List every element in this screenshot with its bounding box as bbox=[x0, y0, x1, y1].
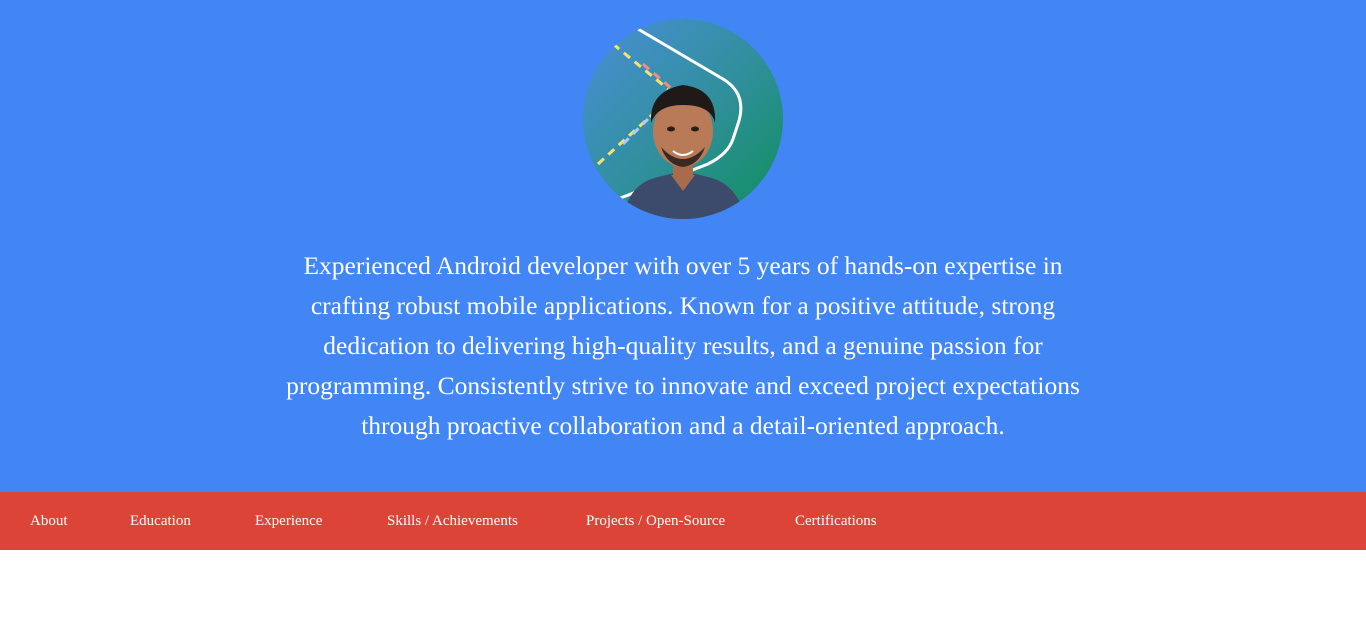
main-nav: About Education Experience Skills / Achi… bbox=[0, 492, 1366, 550]
bio-text: Experienced Android developer with over … bbox=[286, 251, 1080, 440]
profile-photo-image bbox=[583, 19, 783, 219]
content-area bbox=[0, 550, 1366, 641]
nav-about[interactable]: About bbox=[30, 492, 68, 550]
nav-certifications[interactable]: Certifications bbox=[795, 492, 877, 550]
nav-experience[interactable]: Experience bbox=[255, 492, 322, 550]
profile-photo bbox=[583, 19, 783, 219]
nav-education[interactable]: Education bbox=[130, 492, 191, 550]
nav-projects-open-source[interactable]: Projects / Open-Source bbox=[586, 492, 725, 550]
nav-skills-achievements[interactable]: Skills / Achievements bbox=[387, 492, 518, 550]
hero-section: Experienced Android developer with over … bbox=[0, 0, 1366, 492]
